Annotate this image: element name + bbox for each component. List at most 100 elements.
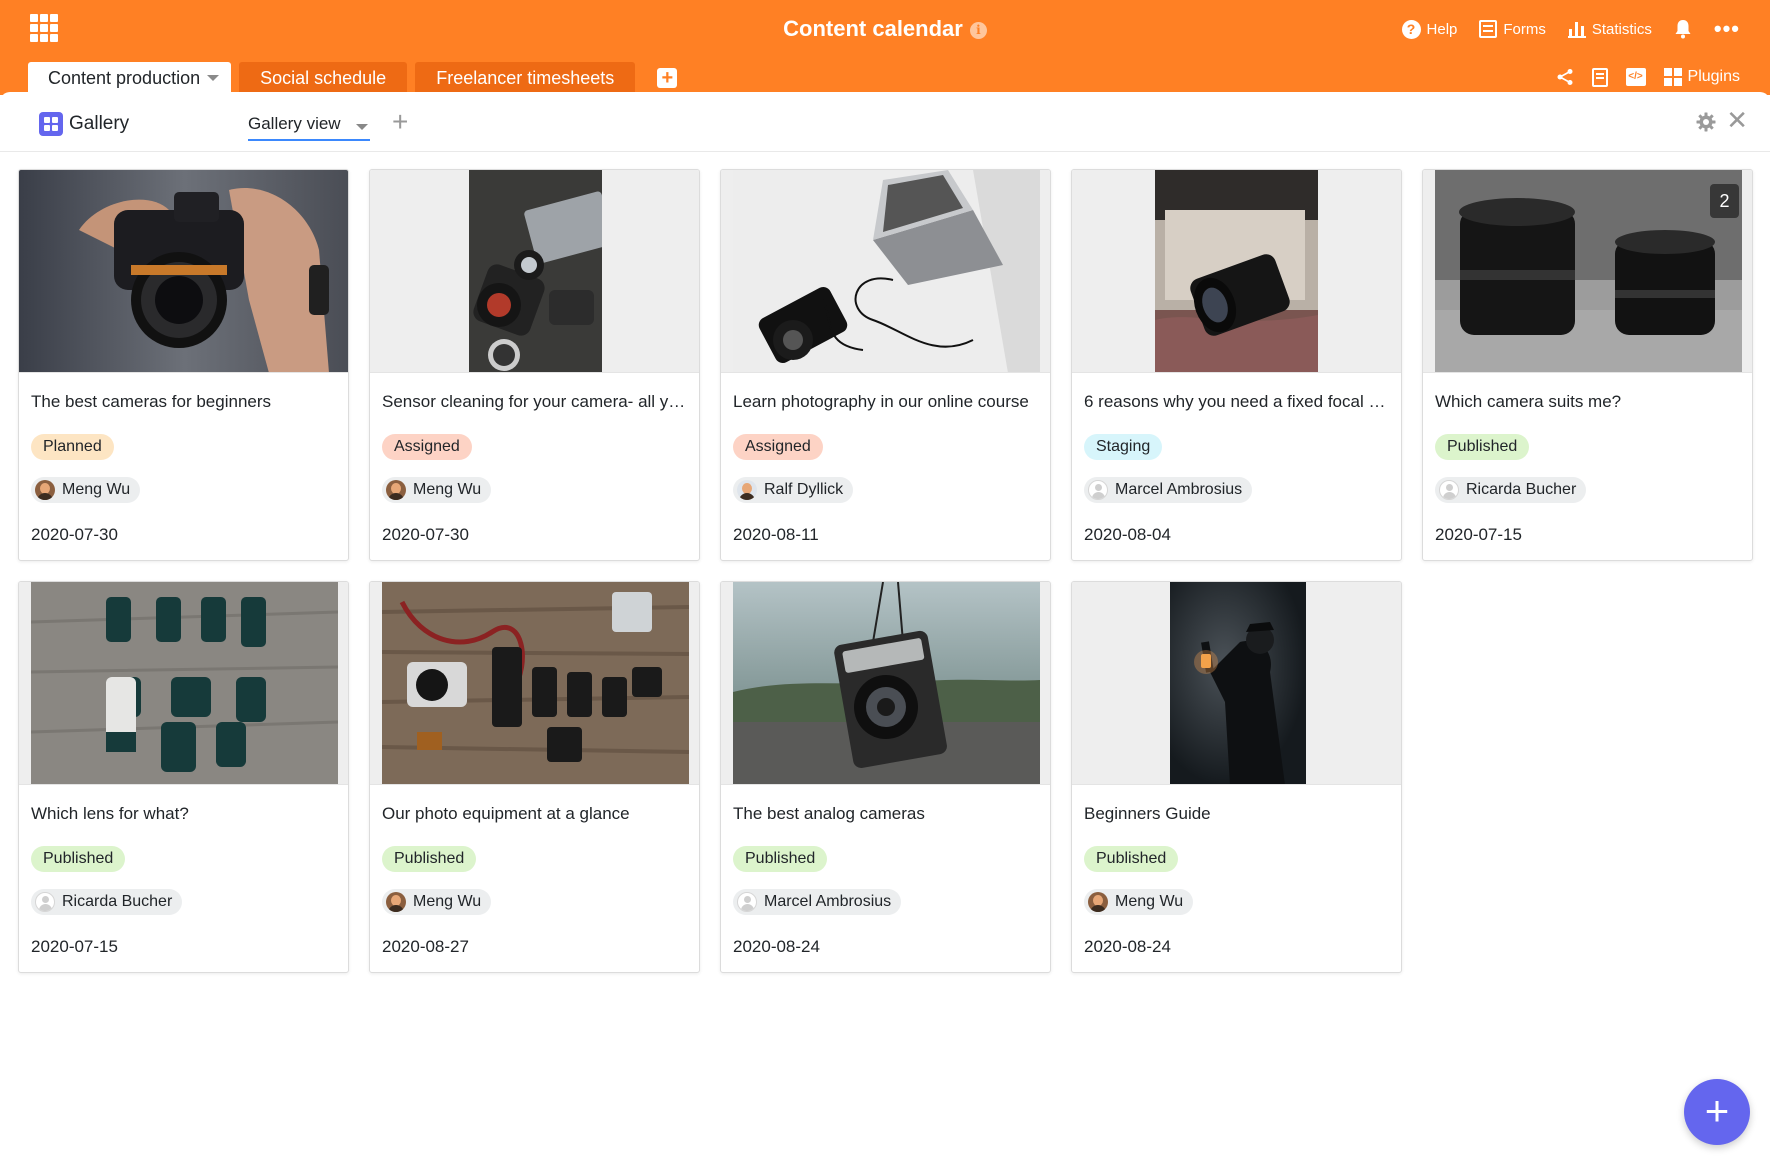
card-image <box>370 582 699 785</box>
plugins-button[interactable]: Plugins <box>1663 66 1740 88</box>
more-options-button[interactable]: ••• <box>1714 17 1740 41</box>
plugins-label: Plugins <box>1687 68 1740 85</box>
tab-label: Social schedule <box>260 68 387 88</box>
avatar <box>1439 480 1459 500</box>
person-name: Meng Wu <box>62 481 131 498</box>
avatar <box>35 480 55 500</box>
lens-collection-photo <box>31 582 338 784</box>
gallery-card[interactable]: Our photo equipment at a glance Publishe… <box>369 581 700 973</box>
fixed-lens-photo <box>1155 170 1318 372</box>
card-date: 2020-08-24 <box>733 937 820 956</box>
view-select-label: Gallery view <box>248 114 341 133</box>
person-tag: Ricarda Bucher <box>31 889 183 915</box>
card-image <box>1072 170 1401 373</box>
person-name: Meng Wu <box>413 481 482 498</box>
status-badge: Assigned <box>733 434 823 460</box>
card-date: 2020-08-04 <box>1084 525 1171 544</box>
gallery-card[interactable]: The best cameras for beginners Planned M… <box>18 169 349 561</box>
person-name: Marcel Ambrosius <box>764 893 892 910</box>
avatar <box>1088 892 1108 912</box>
share-button[interactable] <box>1556 66 1574 88</box>
chevron-down-icon <box>356 124 368 130</box>
lantern-person-photo <box>1170 582 1306 784</box>
card-title: The best analog cameras <box>733 804 925 823</box>
person-tag: Meng Wu <box>1084 889 1194 915</box>
statistics-button[interactable]: Statistics <box>1567 17 1652 41</box>
gallery-card[interactable]: Which lens for what? Published Ricarda B… <box>18 581 349 973</box>
add-view-icon[interactable]: + <box>392 108 408 136</box>
apps-grid-icon[interactable] <box>30 14 58 42</box>
help-button[interactable]: ? Help <box>1401 17 1457 41</box>
person-name: Ricarda Bucher <box>1466 481 1577 498</box>
person-name: Ricarda Bucher <box>62 893 173 910</box>
person-name: Ralf Dyllick <box>764 481 844 498</box>
card-title: Sensor cleaning for your camera- all you… <box>382 392 687 411</box>
settings-gear-icon[interactable] <box>1696 112 1716 132</box>
view-select[interactable]: Gallery view <box>248 112 370 141</box>
forms-label: Forms <box>1503 20 1546 38</box>
two-lenses-photo <box>1435 170 1742 372</box>
top-bar: Content calendar i ? Help Forms Statistic… <box>0 0 1770 95</box>
avatar <box>35 892 55 912</box>
script-button[interactable]: </> <box>1625 66 1646 88</box>
card-date: 2020-07-15 <box>1435 525 1522 544</box>
bell-icon <box>1675 20 1691 39</box>
gallery-card[interactable]: Beginners Guide Published Meng Wu 2020-0… <box>1071 581 1402 973</box>
laptop-camera-photo <box>733 170 1040 372</box>
gallery-card[interactable]: Learn photography in our online course A… <box>720 169 1051 561</box>
tab-social-schedule[interactable]: Social schedule <box>239 62 408 94</box>
gallery-card[interactable]: 2 Which camera suits me? Published Ricar… <box>1422 169 1753 561</box>
person-tag: Ralf Dyllick <box>733 477 854 503</box>
card-image <box>19 170 348 373</box>
card-image <box>721 582 1050 785</box>
card-title: Beginners Guide <box>1084 804 1211 823</box>
archive-button[interactable] <box>1591 66 1608 88</box>
header-actions: ? Help Forms Statistics ••• <box>1401 17 1740 41</box>
gallery-card[interactable]: 6 reasons why you need a fixed focal len… <box>1071 169 1402 561</box>
gallery-grid: The best cameras for beginners Planned M… <box>18 169 1753 973</box>
avatar <box>737 480 757 500</box>
card-image <box>721 170 1050 373</box>
status-badge: Published <box>31 846 126 872</box>
avatar <box>386 892 406 912</box>
card-date: 2020-08-27 <box>382 937 469 956</box>
person-tag: Marcel Ambrosius <box>733 889 902 915</box>
add-record-button[interactable]: + <box>1684 1079 1750 1145</box>
card-title: Our photo equipment at a glance <box>382 804 630 823</box>
more-dots-icon: ••• <box>1713 16 1740 41</box>
table-tabs: Content production Social schedule Freel… <box>28 62 678 95</box>
avatar <box>737 892 757 912</box>
tab-content-production[interactable]: Content production <box>28 62 232 95</box>
card-image: 2 <box>1423 170 1752 373</box>
share-icon <box>1557 69 1573 85</box>
card-image <box>370 170 699 373</box>
status-badge: Published <box>382 846 477 872</box>
status-badge: Planned <box>31 434 114 460</box>
table-tools: </> Plugins <box>1556 66 1740 88</box>
camera-hands-photo <box>19 170 348 372</box>
status-badge: Staging <box>1084 434 1163 460</box>
notifications-button[interactable] <box>1674 17 1692 41</box>
base-title-text: Content calendar <box>783 16 963 41</box>
close-icon[interactable]: ✕ <box>1726 107 1748 133</box>
person-tag: Meng Wu <box>382 889 492 915</box>
gallery-card[interactable]: The best analog cameras Published Marcel… <box>720 581 1051 973</box>
chevron-down-icon[interactable] <box>207 75 220 81</box>
person-tag: Meng Wu <box>31 477 141 503</box>
code-icon: </> <box>1625 68 1646 86</box>
card-image <box>19 582 348 785</box>
forms-button[interactable]: Forms <box>1479 17 1546 41</box>
statistics-label: Statistics <box>1591 20 1652 38</box>
tab-freelancer-timesheets[interactable]: Freelancer timesheets <box>415 62 636 94</box>
card-date: 2020-07-30 <box>31 525 118 544</box>
info-icon[interactable]: i <box>969 22 987 39</box>
avatar <box>386 480 406 500</box>
add-table-icon[interactable]: + <box>657 68 678 88</box>
status-badge: Published <box>1435 434 1530 460</box>
card-date: 2020-08-11 <box>733 525 819 544</box>
gallery-card[interactable]: Sensor cleaning for your camera- all you… <box>369 169 700 561</box>
status-badge: Published <box>1084 846 1179 872</box>
gallery-panel: Gallery Gallery view + ✕ The best camera… <box>0 92 1770 1162</box>
analog-camera-photo <box>733 582 1040 784</box>
forms-icon <box>1479 20 1498 38</box>
